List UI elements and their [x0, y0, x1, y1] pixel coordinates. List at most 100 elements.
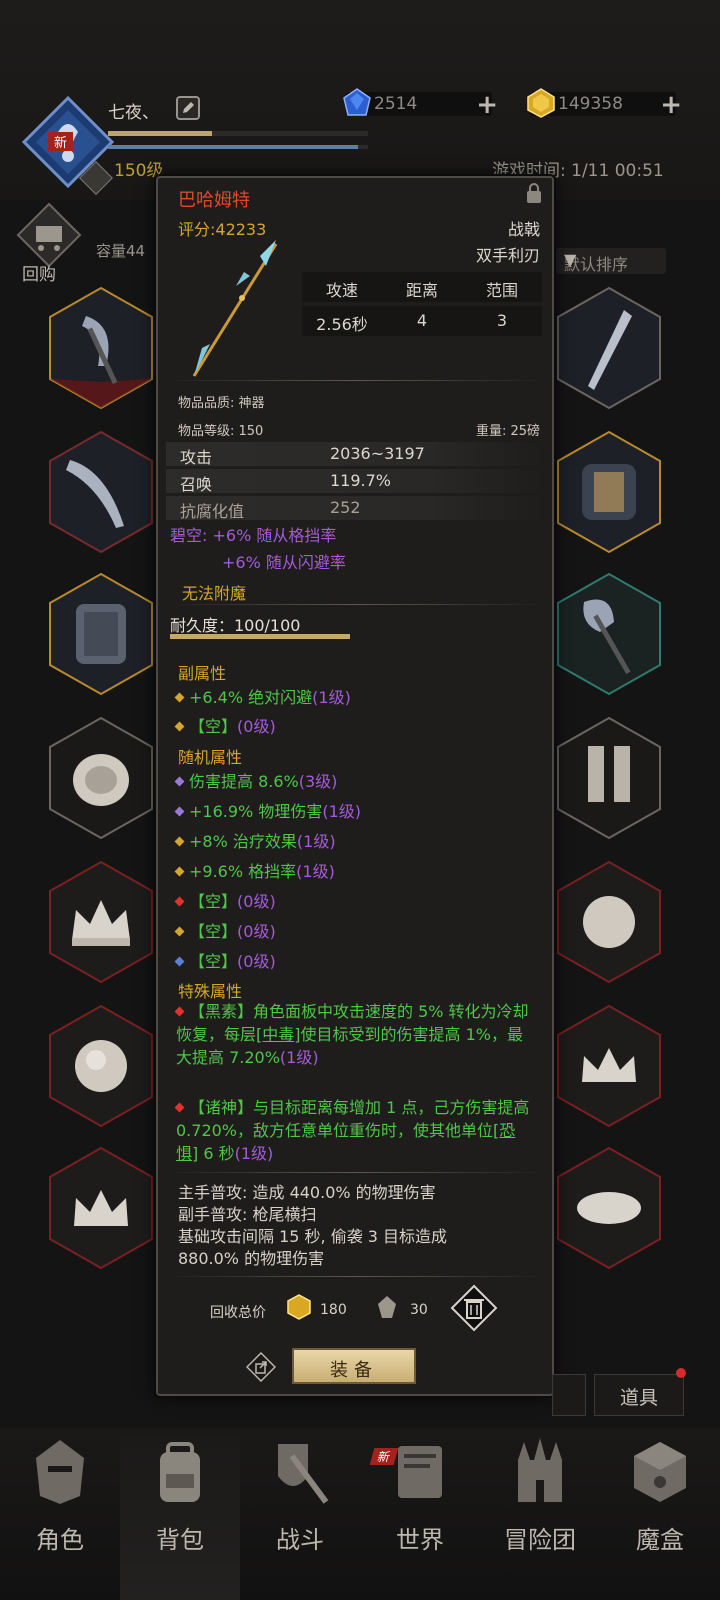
props-button[interactable]: 道具 — [594, 1374, 684, 1416]
item-weight: 重量: 25磅 — [475, 424, 540, 439]
backpack-icon — [160, 1442, 200, 1502]
nav-tab-battle[interactable]: 战斗 — [240, 1428, 360, 1600]
inventory-slot-crown-2[interactable] — [46, 1146, 156, 1270]
set-bonus-line-2: +6% 随从闪避率 — [222, 553, 346, 572]
trash-icon[interactable] — [450, 1284, 498, 1332]
nav-tab-character[interactable]: 角色 — [0, 1428, 120, 1600]
nav-new-badge: 新 — [369, 1448, 399, 1465]
equip-button[interactable]: 装备 — [292, 1348, 416, 1384]
share-icon[interactable] — [246, 1352, 276, 1382]
inventory-slot-gauntlet[interactable] — [46, 716, 156, 840]
no-enchant-label: 无法附魔 — [182, 584, 247, 603]
experience-bar — [108, 131, 368, 136]
desc-line: 880.0% 的物理伤害 — [178, 1249, 325, 1268]
attr-text: 【空】 — [189, 952, 238, 971]
attr-row-anti-corruption: 抗腐化值 252 — [166, 496, 542, 521]
sort-dropdown[interactable]: 默认排序 ▼ — [556, 248, 666, 274]
random-attr-4: +9.6% 格挡率(1级) — [174, 858, 335, 882]
stat-attack-speed: 2.56秒 — [316, 315, 368, 334]
stat-range: 3 — [496, 311, 508, 330]
buyback-label: 回购 — [22, 265, 56, 285]
attr-level: (1级) — [279, 1048, 319, 1067]
gold-gem-icon — [527, 88, 555, 118]
gold-currency: 149358 + — [527, 88, 682, 120]
secondary-attrs-title: 副属性 — [178, 664, 227, 683]
inventory-slot-blade[interactable] — [46, 430, 156, 554]
item-quality: 物品品质: 神器 — [178, 396, 265, 411]
desc-line: 副手普攻: 枪尾横扫 — [178, 1205, 317, 1224]
attr-text: 【空】 — [189, 922, 238, 941]
secondary-action-button[interactable] — [552, 1374, 586, 1416]
inventory-slot-mask[interactable] — [554, 1146, 664, 1270]
bottom-nav: 角色 背包 战斗 新 世界 冒险团 魔盒 — [0, 1428, 720, 1600]
nav-label: 世界 — [396, 1526, 444, 1554]
desc-line: 基础攻击间隔 15 秒, 偷袭 3 目标造成 — [178, 1227, 448, 1246]
divider — [166, 1276, 544, 1277]
gold-amount: 149358 — [558, 94, 623, 114]
lock-icon[interactable] — [524, 182, 544, 204]
durability-fill — [170, 634, 350, 639]
diamond-bullet-icon — [174, 721, 185, 732]
random-attr-1: 伤害提高 8.6%(3级) — [174, 768, 338, 792]
random-attr-2: +16.9% 物理伤害(1级) — [174, 798, 361, 822]
inventory-slot-crown[interactable] — [46, 860, 156, 984]
props-label: 道具 — [619, 1387, 658, 1409]
attr-text: +16.9% 物理伤害 — [189, 802, 323, 821]
random-attrs-title: 随机属性 — [178, 748, 243, 767]
nav-tab-magic-box[interactable]: 魔盒 — [600, 1428, 720, 1600]
special-attr-2: 【诸神】与目标距离每增加 1 点，己方伤害提高 0.720%，敌方任意单位重伤时… — [174, 1096, 536, 1165]
attr-level: (1级) — [234, 1144, 274, 1163]
inventory-slot-orb[interactable] — [46, 1004, 156, 1128]
attack-description: 主手普攻: 造成 440.0% 的物理伤害 副手普攻: 枪尾横扫 基础攻击间隔 … — [178, 1182, 538, 1270]
inventory-slot-orb-2[interactable] — [554, 860, 664, 984]
inventory-slot-armor[interactable] — [554, 430, 664, 554]
durability-label: 耐久度：100/100 — [170, 616, 301, 635]
inventory-slot-crown-3[interactable] — [554, 1004, 664, 1128]
diamond-bullet-icon — [174, 926, 185, 937]
add-blue-gem-button[interactable]: + — [476, 90, 498, 120]
stat-header-attack-speed: 攻速 — [325, 281, 358, 300]
attr-text: 【空】 — [189, 892, 238, 911]
nav-tab-backpack[interactable]: 背包 — [120, 1428, 240, 1600]
new-badge: 新 — [48, 132, 74, 151]
chevron-down-icon: ▼ — [564, 250, 577, 269]
random-attr-6: 【空】(0级) — [174, 918, 276, 942]
weapon-stats-table: 攻速 距离 范围 2.56秒 4 3 — [302, 272, 542, 336]
random-attr-3: +8% 治疗效果(1级) — [174, 828, 336, 852]
nav-tab-world[interactable]: 新 世界 — [360, 1428, 480, 1600]
poison-link[interactable]: [中毒] — [256, 1025, 301, 1044]
durability-bar — [170, 634, 350, 639]
secondary-bar — [108, 145, 368, 149]
stat-header-range: 范围 — [485, 281, 518, 300]
inventory-slot-sword[interactable] — [554, 286, 664, 410]
item-level: 物品等级: 150 — [178, 424, 264, 439]
castle-icon — [518, 1438, 562, 1502]
blue-gem-icon — [343, 88, 371, 116]
special-text: 6 秒 — [198, 1144, 235, 1163]
inventory-slot-battle-axe[interactable] — [554, 572, 664, 696]
helmet-icon — [36, 1440, 84, 1504]
nav-tab-adventure-team[interactable]: 冒险团 — [480, 1428, 600, 1600]
attr-level: (3级) — [298, 772, 338, 791]
special-attr-1: 【黑素】角色面板中攻击速度的 5% 转化为冷却恢复，每层[中毒]使目标受到的伤害… — [174, 1000, 536, 1069]
nav-label: 角色 — [36, 1526, 84, 1554]
attr-value: 119.7% — [330, 471, 392, 490]
set-bonus-line-1: 碧空: +6% 随从格挡率 — [170, 526, 337, 545]
scroll-map-icon — [398, 1446, 442, 1498]
cube-icon — [634, 1442, 686, 1502]
add-gold-button[interactable]: + — [660, 90, 682, 120]
inventory-slot-axe[interactable] — [46, 286, 156, 410]
attr-key: 抗腐化值 — [180, 502, 245, 521]
attr-text: +6.4% 绝对闪避 — [189, 688, 313, 707]
divider — [166, 1172, 544, 1173]
inventory-slot-chest-armor[interactable] — [46, 572, 156, 696]
diamond-bullet-icon — [174, 956, 185, 967]
diamond-bullet-icon — [174, 896, 185, 907]
equip-label: 装备 — [330, 1360, 378, 1381]
edit-name-icon[interactable] — [176, 96, 200, 120]
inventory-slot-boots[interactable] — [554, 716, 664, 840]
secondary-attr-1: +6.4% 绝对闪避(1级) — [174, 684, 351, 708]
attr-level: (0级) — [237, 952, 276, 971]
stats-value-row: 2.56秒 4 3 — [302, 306, 542, 336]
desc-line: 主手普攻: 造成 440.0% 的物理伤害 — [178, 1183, 436, 1202]
